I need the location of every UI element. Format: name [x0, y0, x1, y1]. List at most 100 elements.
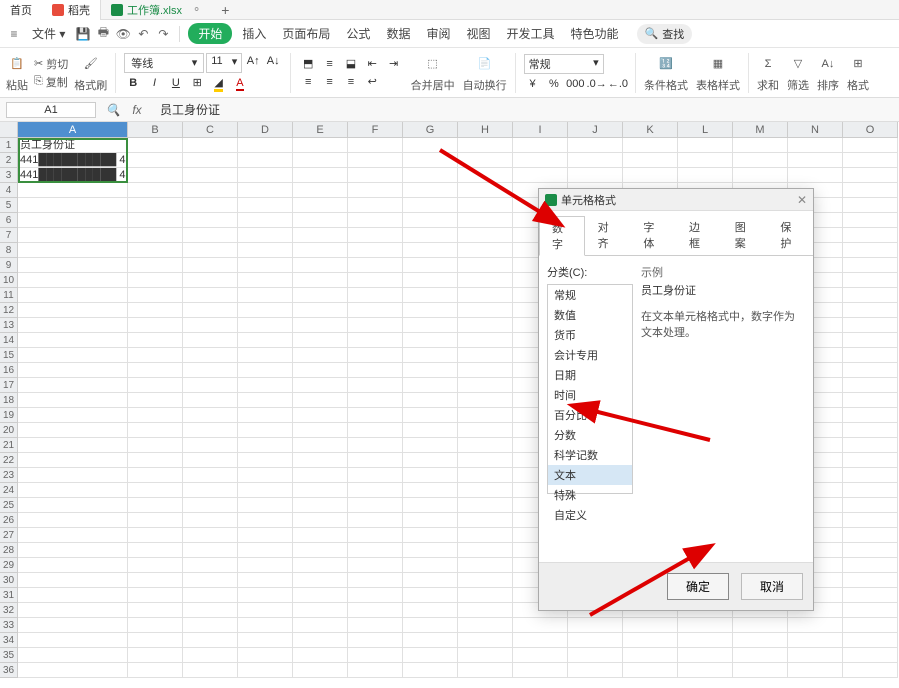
cell[interactable] [348, 618, 403, 633]
cell[interactable] [568, 663, 623, 678]
comma-icon[interactable]: 000 [566, 76, 584, 92]
cell[interactable] [403, 153, 458, 168]
cell[interactable] [293, 378, 348, 393]
cell[interactable] [128, 543, 183, 558]
cell[interactable] [183, 573, 238, 588]
cell[interactable] [238, 468, 293, 483]
cell[interactable] [293, 288, 348, 303]
cell[interactable] [568, 153, 623, 168]
align-middle-icon[interactable]: ≡ [321, 56, 339, 72]
cell[interactable] [843, 378, 898, 393]
cell[interactable] [238, 543, 293, 558]
cell[interactable] [128, 183, 183, 198]
fx-icon[interactable]: fx [130, 103, 144, 117]
cell[interactable] [678, 633, 733, 648]
cell[interactable] [293, 483, 348, 498]
indent-inc-icon[interactable]: ⇥ [385, 55, 403, 71]
dialog-tab-5[interactable]: 保护 [767, 215, 813, 255]
cell[interactable] [458, 168, 513, 183]
border-icon[interactable]: ⊞ [188, 75, 206, 91]
cell[interactable] [843, 483, 898, 498]
cell[interactable] [18, 468, 128, 483]
cell[interactable] [128, 468, 183, 483]
cell[interactable] [18, 288, 128, 303]
cell[interactable] [458, 513, 513, 528]
cell[interactable] [183, 453, 238, 468]
cell[interactable] [458, 528, 513, 543]
cell[interactable] [403, 168, 458, 183]
cell[interactable] [293, 543, 348, 558]
cell[interactable] [128, 138, 183, 153]
cell[interactable] [293, 153, 348, 168]
search-button[interactable]: 🔍查找 [637, 24, 693, 44]
cell[interactable] [18, 603, 128, 618]
row-header[interactable]: 20 [0, 423, 18, 438]
font-shrink-icon[interactable]: A↓ [264, 53, 282, 69]
cell[interactable] [348, 258, 403, 273]
cell[interactable] [238, 213, 293, 228]
cell[interactable] [403, 273, 458, 288]
row-header[interactable]: 10 [0, 273, 18, 288]
cell[interactable] [238, 438, 293, 453]
cell[interactable] [513, 153, 568, 168]
row-header[interactable]: 13 [0, 318, 18, 333]
cell[interactable] [348, 183, 403, 198]
cell[interactable] [183, 153, 238, 168]
cell[interactable] [348, 273, 403, 288]
cell[interactable] [128, 288, 183, 303]
row-header[interactable]: 5 [0, 198, 18, 213]
cell[interactable] [293, 558, 348, 573]
cell[interactable] [183, 348, 238, 363]
cell[interactable] [128, 363, 183, 378]
cell[interactable] [183, 603, 238, 618]
cell[interactable] [128, 438, 183, 453]
cell[interactable] [18, 588, 128, 603]
cell[interactable] [238, 528, 293, 543]
cell[interactable] [513, 138, 568, 153]
cell[interactable] [128, 408, 183, 423]
row-header[interactable]: 35 [0, 648, 18, 663]
cell[interactable] [348, 603, 403, 618]
cell[interactable] [348, 483, 403, 498]
tab-layout[interactable]: 页面布局 [276, 21, 336, 46]
cell[interactable] [788, 618, 843, 633]
cell[interactable] [843, 288, 898, 303]
painter-button[interactable]: 🖌格式刷 [74, 53, 107, 93]
cell[interactable] [843, 333, 898, 348]
bold-button[interactable]: B [124, 75, 142, 91]
cell[interactable] [458, 153, 513, 168]
cell[interactable] [788, 663, 843, 678]
cell[interactable] [843, 408, 898, 423]
col-header-I[interactable]: I [513, 122, 568, 138]
cell[interactable] [623, 168, 678, 183]
cell[interactable] [403, 258, 458, 273]
cell[interactable] [458, 408, 513, 423]
cell[interactable] [183, 183, 238, 198]
cell[interactable] [458, 288, 513, 303]
cell[interactable] [403, 423, 458, 438]
cell[interactable] [403, 213, 458, 228]
cell[interactable] [128, 243, 183, 258]
cell[interactable] [403, 288, 458, 303]
tab-view[interactable]: 视图 [460, 21, 496, 46]
tab-formula[interactable]: 公式 [340, 21, 376, 46]
cell[interactable] [458, 543, 513, 558]
cell[interactable] [458, 453, 513, 468]
cell[interactable] [843, 348, 898, 363]
cell[interactable] [238, 138, 293, 153]
cell[interactable] [128, 663, 183, 678]
category-item[interactable]: 时间 [548, 385, 632, 405]
cell[interactable] [348, 528, 403, 543]
cell[interactable] [238, 513, 293, 528]
cell[interactable] [403, 588, 458, 603]
cell[interactable] [348, 318, 403, 333]
cell[interactable] [18, 183, 128, 198]
cell[interactable] [348, 243, 403, 258]
cell[interactable] [568, 633, 623, 648]
cell[interactable] [183, 408, 238, 423]
cell[interactable] [458, 468, 513, 483]
cell[interactable] [513, 663, 568, 678]
cell[interactable] [293, 498, 348, 513]
category-item[interactable]: 自定义 [548, 505, 632, 525]
cell[interactable] [293, 333, 348, 348]
